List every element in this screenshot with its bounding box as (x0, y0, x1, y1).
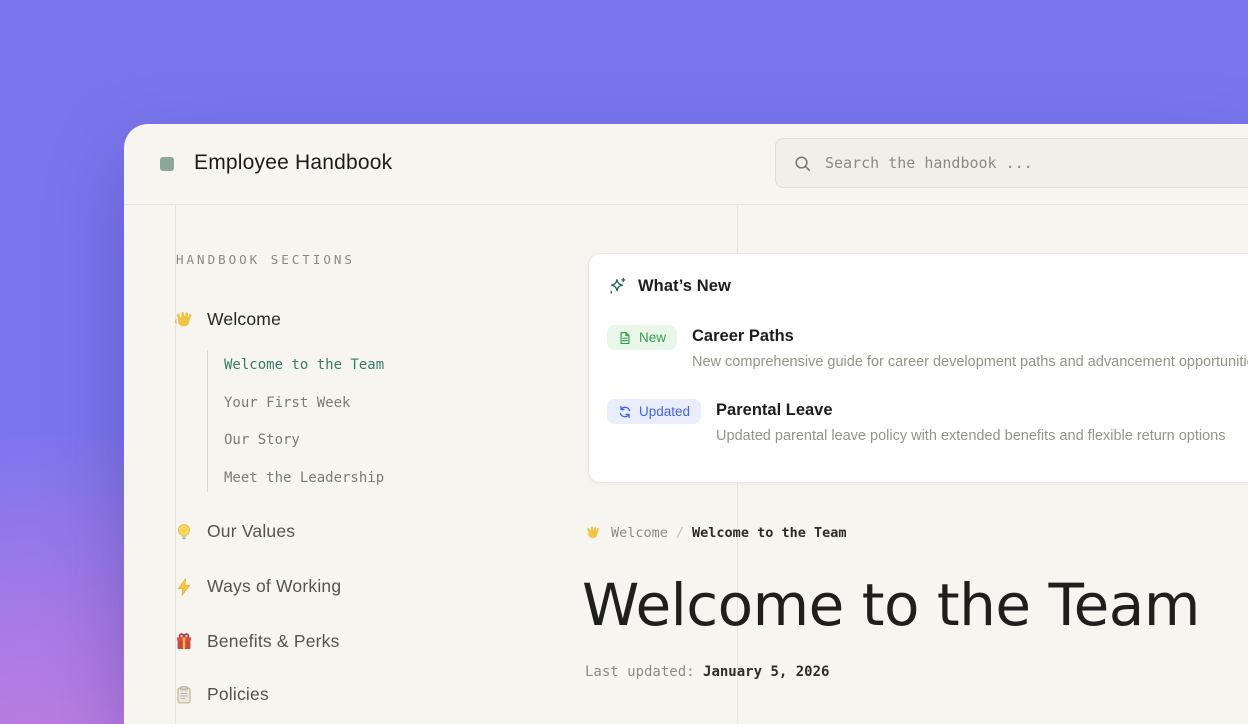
clipboard-icon (174, 685, 194, 705)
app-window: Employee Handbook HANDBOOK SECTIONS Welc… (124, 124, 1248, 724)
breadcrumb-separator: / (676, 525, 684, 541)
subnav-item-our-story[interactable]: Our Story (224, 432, 300, 448)
sparkles-icon (607, 276, 627, 296)
breadcrumb-current-page: Welcome to the Team (692, 525, 846, 541)
news-item-description: Updated parental leave policy with exten… (716, 428, 1225, 444)
subnav-item-welcome-to-the-team[interactable]: Welcome to the Team (224, 357, 384, 373)
badge-label: New (639, 330, 666, 345)
sidebar-item-label: Welcome (207, 309, 281, 330)
whats-new-card: What’s New New Career Paths New comprehe… (588, 253, 1248, 483)
zap-icon (174, 577, 194, 597)
badge-label: Updated (639, 404, 690, 419)
news-item-career-paths[interactable]: New Career Paths New comprehensive guide… (607, 325, 1248, 370)
sidebar-item-label: Policies (207, 684, 269, 705)
document-icon (618, 331, 632, 345)
news-item-description: New comprehensive guide for career devel… (692, 354, 1248, 370)
sidebar-item-welcome[interactable]: Welcome (174, 309, 281, 330)
app-title: Employee Handbook (194, 151, 392, 175)
last-updated-value: January 5, 2026 (703, 664, 829, 680)
news-item-title: Career Paths (692, 327, 1248, 346)
refresh-icon (618, 405, 632, 419)
sidebar-item-our-values[interactable]: Our Values (174, 521, 295, 542)
news-item-title: Parental Leave (716, 401, 1225, 420)
sidebar-item-benefits-perks[interactable]: Benefits & Perks (174, 631, 340, 652)
gift-icon (174, 632, 194, 652)
updated-badge: Updated (607, 399, 701, 424)
wave-icon (174, 310, 194, 330)
sidebar-item-ways-of-working[interactable]: Ways of Working (174, 576, 341, 597)
last-updated: Last updated: January 5, 2026 (585, 664, 829, 680)
new-badge: New (607, 325, 677, 350)
page-title: Welcome to the Team (582, 571, 1200, 639)
search-box[interactable] (775, 138, 1248, 188)
search-input[interactable] (825, 154, 1248, 172)
whats-new-title: What’s New (638, 277, 731, 296)
content-area: HANDBOOK SECTIONS Welcome Welcome to the… (124, 205, 1248, 724)
sidebar-item-label: Our Values (207, 521, 295, 542)
search-icon (793, 154, 812, 173)
sidebar-item-label: Benefits & Perks (207, 631, 340, 652)
last-updated-label: Last updated: (585, 664, 695, 680)
wave-icon (585, 525, 601, 541)
news-item-parental-leave[interactable]: Updated Parental Leave Updated parental … (607, 399, 1248, 444)
breadcrumb: Welcome / Welcome to the Team (585, 525, 846, 541)
sidebar-item-label: Ways of Working (207, 576, 341, 597)
sidebar-heading: HANDBOOK SECTIONS (176, 252, 355, 267)
breadcrumb-section[interactable]: Welcome (611, 525, 668, 541)
subnav-rule (207, 350, 208, 492)
subnav-item-meet-the-leadership[interactable]: Meet the Leadership (224, 470, 384, 486)
bulb-icon (174, 522, 194, 542)
app-logo (160, 157, 174, 171)
app-header: Employee Handbook (124, 124, 1248, 205)
sidebar-item-policies[interactable]: Policies (174, 684, 269, 705)
subnav-item-your-first-week[interactable]: Your First Week (224, 395, 350, 411)
